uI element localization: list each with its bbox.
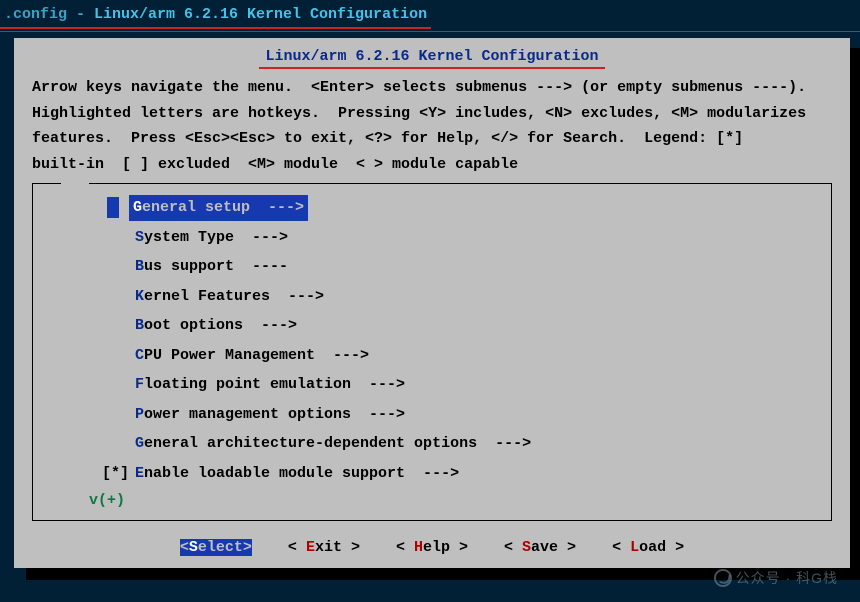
menu-mark: [*] <box>89 461 129 487</box>
title-prefix: .config - <box>4 6 94 23</box>
menu-item-9[interactable]: [*]Enable loadable module support ---> <box>33 459 831 489</box>
selection-cursor <box>107 197 119 218</box>
panel-title: Linux/arm 6.2.16 Kernel Configuration <box>32 48 832 69</box>
watermark: 公众号 · 科G栈 <box>714 568 838 588</box>
menu-item-0[interactable]: General setup ---> <box>33 193 831 223</box>
menu-item-2[interactable]: Bus support ---- <box>33 252 831 282</box>
menu-label: Kernel Features ---> <box>135 284 324 310</box>
menu-item-7[interactable]: Power management options ---> <box>33 400 831 430</box>
menu-label: Boot options ---> <box>135 313 297 339</box>
menu-item-3[interactable]: Kernel Features ---> <box>33 282 831 312</box>
menu-label: Floating point emulation ---> <box>135 372 405 398</box>
menu-frame: General setup ---> System Type ---> Bus su… <box>32 183 832 521</box>
wechat-icon <box>714 569 732 587</box>
menu-label: Power management options ---> <box>135 402 405 428</box>
title-main: Linux/arm 6.2.16 Kernel Configuration <box>94 6 427 23</box>
menu-item-6[interactable]: Floating point emulation ---> <box>33 370 831 400</box>
menu-label: System Type ---> <box>135 225 288 251</box>
button-save[interactable]: < Save > <box>504 539 576 556</box>
help-text: Arrow keys navigate the menu. <Enter> se… <box>32 75 832 177</box>
more-indicator: v(+) <box>33 488 831 514</box>
menu-label: General architecture-dependent options -… <box>135 431 531 457</box>
menu-label: General setup ---> <box>129 195 308 221</box>
button-select[interactable]: <Select> <box>180 539 252 556</box>
menu-label: CPU Power Management ---> <box>135 343 369 369</box>
button-exit[interactable]: < Exit > <box>288 539 360 556</box>
menu-item-1[interactable]: System Type ---> <box>33 223 831 253</box>
button-help[interactable]: < Help > <box>396 539 468 556</box>
menu-item-4[interactable]: Boot options ---> <box>33 311 831 341</box>
menu-item-8[interactable]: General architecture-dependent options -… <box>33 429 831 459</box>
menu-item-5[interactable]: CPU Power Management ---> <box>33 341 831 371</box>
window-title: .config - Linux/arm 6.2.16 Kernel Config… <box>0 0 431 29</box>
config-panel: Linux/arm 6.2.16 Kernel Configuration Ar… <box>14 38 850 568</box>
button-load[interactable]: < Load > <box>612 539 684 556</box>
button-bar: <Select> < Exit > < Help > < Save > < Load > <box>32 539 832 556</box>
menu-label: Enable loadable module support ---> <box>135 461 459 487</box>
menu-label: Bus support ---- <box>135 254 288 280</box>
separator <box>0 31 860 32</box>
